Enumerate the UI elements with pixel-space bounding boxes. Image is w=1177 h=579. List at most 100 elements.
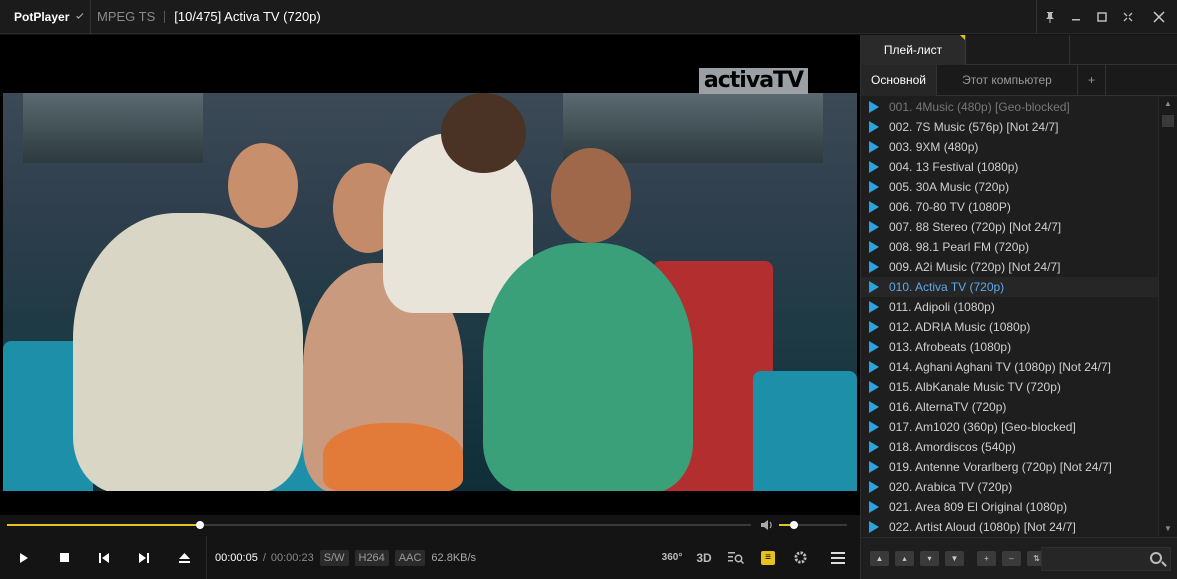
time-separator: / — [262, 551, 266, 564]
playlist-item[interactable]: 021. Area 809 El Original (1080p) — [861, 497, 1158, 517]
play-triangle-icon — [869, 201, 879, 213]
playlist-search-icon[interactable] — [720, 536, 752, 579]
decoder-badge[interactable]: S/W — [319, 549, 349, 566]
playlist-item-label: 013. Afrobeats (1080p) — [889, 340, 1012, 354]
fullscreen-icon[interactable] — [1116, 0, 1140, 34]
3d-icon[interactable]: 3D — [688, 536, 720, 579]
playlist-item[interactable]: 016. AlternaTV (720p) — [861, 397, 1158, 417]
bitrate-label: 62.8KB/s — [431, 551, 477, 564]
subtab-this-computer[interactable]: Этот компьютер — [937, 65, 1078, 96]
play-triangle-icon — [869, 481, 879, 493]
playlist-item-label: 007. 88 Stereo (720p) [Not 24/7] — [889, 220, 1062, 234]
playlist-search[interactable] — [1041, 547, 1171, 571]
play-button[interactable] — [4, 536, 44, 579]
playlist-item-label: 022. Artist Aloud (1080p) [Not 24/7] — [889, 520, 1076, 534]
playlist-item[interactable]: 002. 7S Music (576p) [Not 24/7] — [861, 117, 1158, 137]
playlist-item[interactable]: 015. AlbKanale Music TV (720p) — [861, 377, 1158, 397]
subtab-main[interactable]: Основной — [861, 65, 937, 96]
settings-icon[interactable] — [784, 536, 816, 579]
menu-icon[interactable] — [816, 536, 860, 579]
play-triangle-icon — [869, 101, 879, 113]
play-triangle-icon — [869, 381, 879, 393]
play-triangle-icon — [869, 421, 879, 433]
play-triangle-icon — [869, 181, 879, 193]
playlist-list[interactable]: 001. 4Music (480p) [Geo-blocked] 002. 7S … — [861, 97, 1158, 536]
play-triangle-icon — [869, 321, 879, 333]
stop-icon — [59, 553, 69, 562]
app-menu-button[interactable]: PotPlayer — [0, 0, 91, 34]
title-bar: PotPlayer MPEG TS [10/475] Activa TV (72… — [0, 0, 1177, 34]
playlist-item-label: 020. Arabica TV (720p) — [889, 480, 1013, 494]
move-down-icon[interactable]: ▾ — [920, 551, 939, 566]
minimize-icon[interactable] — [1064, 0, 1088, 34]
person-figure — [323, 423, 463, 491]
video-codec-badge[interactable]: H264 — [354, 549, 389, 566]
seek-handle[interactable] — [196, 521, 205, 529]
scroll-thumb[interactable] — [1162, 115, 1174, 127]
playlist-item[interactable]: 008. 98.1 Pearl FM (720p) — [861, 237, 1158, 257]
playlist-item[interactable]: 019. Antenne Vorarlberg (720p) [Not 24/7… — [861, 457, 1158, 477]
playlist-item[interactable]: 001. 4Music (480p) [Geo-blocked] — [861, 97, 1158, 117]
open-button[interactable] — [164, 536, 204, 579]
scroll-down-icon[interactable]: ▼ — [1159, 522, 1177, 536]
volume-track[interactable] — [779, 521, 847, 529]
playlist-item-label: 005. 30A Music (720p) — [889, 180, 1010, 194]
play-triangle-icon — [869, 401, 879, 413]
play-triangle-icon — [869, 301, 879, 313]
stop-button[interactable] — [44, 536, 84, 579]
close-icon[interactable] — [1142, 0, 1176, 34]
next-icon — [139, 552, 149, 563]
playlist-item[interactable]: 010. Activa TV (720p) — [861, 277, 1158, 297]
playlist-item-label: 021. Area 809 El Original (1080p) — [889, 500, 1068, 514]
tab-playlist[interactable]: Плей-лист — [861, 35, 966, 65]
play-triangle-icon — [869, 121, 879, 133]
move-top-icon[interactable]: ▲ — [870, 551, 889, 566]
playlist-item[interactable]: 017. Am1020 (360p) [Geo-blocked] — [861, 417, 1158, 437]
seek-track[interactable] — [7, 521, 751, 529]
playlist-item[interactable]: 014. Aghani Aghani TV (1080p) [Not 24/7] — [861, 357, 1158, 377]
play-triangle-icon — [869, 221, 879, 233]
playlist-item-label: 001. 4Music (480p) [Geo-blocked] — [889, 100, 1070, 114]
playlist-item[interactable]: 012. ADRIA Music (1080p) — [861, 317, 1158, 337]
playlist-item-label: 019. Antenne Vorarlberg (720p) [Not 24/7… — [889, 460, 1112, 474]
playlist-item[interactable]: 013. Afrobeats (1080p) — [861, 337, 1158, 357]
scroll-up-icon[interactable]: ▲ — [1159, 97, 1177, 111]
360-icon[interactable]: 360° — [656, 536, 688, 579]
playlist-item[interactable]: 006. 70-80 TV (1080P) — [861, 197, 1158, 217]
tab-empty[interactable] — [966, 35, 1070, 65]
audio-codec-badge[interactable]: AAC — [394, 549, 426, 566]
control-separator — [206, 536, 207, 579]
add-tab-button[interactable]: + — [1078, 65, 1106, 96]
playlist-item[interactable]: 004. 13 Festival (1080p) — [861, 157, 1158, 177]
person-figure — [73, 213, 303, 491]
playlist-item[interactable]: 020. Arabica TV (720p) — [861, 477, 1158, 497]
playlist-item[interactable]: 003. 9XM (480p) — [861, 137, 1158, 157]
subtitle-icon[interactable]: ≡ — [752, 536, 784, 579]
playlist-item[interactable]: 011. Adipoli (1080p) — [861, 297, 1158, 317]
playlist-item[interactable]: 022. Artist Aloud (1080p) [Not 24/7] — [861, 517, 1158, 536]
remove-icon[interactable]: – — [1002, 551, 1021, 566]
previous-button[interactable] — [84, 536, 124, 579]
volume-handle[interactable] — [789, 521, 798, 529]
video-area[interactable]: activaTV — [0, 35, 860, 515]
move-up-icon[interactable]: ▴ — [895, 551, 914, 566]
next-button[interactable] — [124, 536, 164, 579]
add-icon[interactable]: + — [977, 551, 996, 566]
person-head — [551, 148, 631, 243]
playlist-item[interactable]: 009. A2i Music (720p) [Not 24/7] — [861, 257, 1158, 277]
move-bottom-icon[interactable]: ▼ — [945, 551, 964, 566]
playlist-item[interactable]: 005. 30A Music (720p) — [861, 177, 1158, 197]
window-title: [10/475] Activa TV (720p) — [174, 9, 321, 24]
pin-icon[interactable] — [1038, 0, 1062, 34]
volume-icon[interactable] — [760, 518, 774, 532]
playlist-item[interactable]: 007. 88 Stereo (720p) [Not 24/7] — [861, 217, 1158, 237]
video-frame — [3, 93, 857, 491]
search-icon[interactable] — [1150, 552, 1162, 564]
maximize-icon[interactable] — [1090, 0, 1114, 34]
playlist-item-label: 017. Am1020 (360p) [Geo-blocked] — [889, 420, 1076, 434]
playlist-item-label: 010. Activa TV (720p) — [889, 280, 1005, 294]
playlist-scrollbar[interactable]: ▲ ▼ — [1158, 97, 1177, 536]
playlist-search-input[interactable] — [1042, 548, 1142, 570]
playlist-item[interactable]: 018. Amordiscos (540p) — [861, 437, 1158, 457]
seek-bar[interactable] — [0, 515, 860, 536]
